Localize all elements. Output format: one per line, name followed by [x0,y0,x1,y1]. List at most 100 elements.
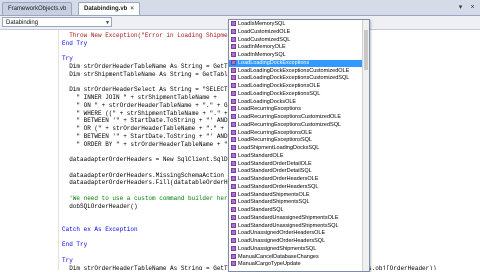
completion-item-label: LoadRecurringExceptionsSQL [238,137,312,144]
tab-databinding[interactable]: Databinding.vb × [78,2,140,15]
completion-item-label: LoadCustomizedSQL [238,36,291,43]
dropdown-arrow-icon[interactable]: ▾ [456,3,465,12]
completion-item[interactable]: LoadStandardOrderHeadersSQL [229,183,362,191]
method-icon [231,36,236,42]
completion-item[interactable]: LoadStandardOrderDetailSQL [229,168,362,175]
editor-margin [0,30,59,270]
completion-item-label: LoadInMemoryOLE [238,44,286,51]
completion-item-label: LoadStandardOrderDetailOLE [238,160,312,167]
completion-item[interactable]: LoadStandardSQL [229,207,362,214]
completion-item[interactable]: LoadUnassignedShipmentsSQL [229,245,362,253]
completion-item[interactable]: LoadRecurringExceptions [229,106,362,113]
completion-item[interactable]: LoadStandardUnassignedShipmentsSQL [229,222,362,230]
completion-item-label: LoadStandardShipmentsOLE [238,191,310,198]
completion-item-label: LoadLoadingDockExceptions [238,59,310,66]
scrollbar-thumb[interactable] [364,30,368,70]
tab-label: Databinding.vb [84,6,128,12]
completion-item[interactable]: LoadUnassignedOrderHeadersSQL [229,238,362,245]
method-icon [231,199,236,205]
completion-item[interactable]: LoadStandardShipmentsSQL [229,199,362,206]
completion-item[interactable]: LoadInMemoryOLE [229,44,362,51]
completion-item-label: LoadInMemorySQL [238,52,286,58]
completion-item-label: LoadStandardSQL [238,207,284,213]
code-line: Throw New Exception("Error in Loading Sh… [62,32,232,39]
completion-item-label: LoadUnassignedOrderHeadersSQL [238,238,326,244]
completion-item[interactable]: LoadLoadingDockExceptions [229,59,362,67]
method-icon [231,183,236,189]
method-icon [231,176,236,181]
completion-item[interactable]: LoadStandardOrderDetailOLE [229,160,362,168]
completion-item[interactable]: LoadCustomizedSQL [229,36,362,44]
completion-item[interactable]: LoadLoadingDockExceptionsCustomizedOLE [229,67,362,75]
method-icon [231,253,236,259]
completion-item[interactable]: LoadRecurringExceptionsCustomizedOLE [229,114,362,121]
method-icon [231,207,236,212]
method-icon [231,261,236,267]
completion-item[interactable]: LoadLoadingDockExceptionsOLE [229,83,362,90]
close-icon[interactable]: × [468,3,477,12]
class-name-combo[interactable]: Databinding ▼ [2,17,112,27]
method-icon [231,152,236,158]
completion-item[interactable]: LoadInMemorySQL [229,52,362,59]
method-icon [231,168,236,174]
code-line: dataadapterOrderHeaders.Fill(datatableOr… [62,179,232,187]
code-line: " ORDER BY " + strOrderHeaderTableName +… [62,140,235,148]
method-icon [231,230,236,236]
completion-item[interactable]: LoadStandardOLE [229,152,362,160]
code-line: dobSQLOrderHeader() [62,202,138,210]
completion-item[interactable]: LoadRecurringExceptionsOLE [229,129,362,137]
completion-item[interactable]: LoadStandardUnassignedShipmentsOLE [229,214,362,222]
method-icon [231,145,236,150]
tab-frameworkobjects[interactable]: FrameworkObjects.vb [2,2,73,15]
completion-item-label: LoadUnassignedOrderHeadersOLE [238,230,326,237]
completion-item-label: LoadLoadingDockExceptionsCustomizedOLE [238,67,350,74]
completion-item-label: LoadLoadingDockExceptionsOLE [238,83,321,89]
method-icon [231,44,236,50]
completion-item[interactable]: LoadUnassignedOrderHeadersOLE [229,230,362,237]
completion-item-label: ManualCargoTypeUpdate [238,261,301,268]
completion-item-label: LoadStandardOrderDetailSQL [238,168,312,175]
completion-item[interactable]: LoadStandardOrderHeadersOLE [229,176,362,183]
completion-item-label: LoadUnassignedShipmentsSQL [238,245,317,252]
method-icon [231,114,236,119]
completion-item-label: LoadStandardOrderHeadersOLE [238,176,319,182]
method-icon [231,222,236,228]
method-icon [231,67,236,73]
method-icon [231,214,236,220]
code-line: End Try [62,241,88,249]
code-line: dataadapterOrderHeaders = New SqlClient.… [62,156,232,163]
document-tab-bar: FrameworkObjects.vb Databinding.vb × ▾ × [0,0,480,16]
completion-item-label: LoadLoadingDockExceptionsSQL [238,90,321,97]
completion-item-label: LoadLoadingDocksOLE [238,98,297,105]
completion-item[interactable]: LoadLoadingDockExceptionsSQL [229,90,362,98]
completion-item[interactable]: LoadIsMemorySQL [229,21,362,28]
completion-item[interactable]: LoadRecurringExceptionsCustomizedSQL [229,121,362,129]
method-icon [231,28,236,34]
completion-item-label: LoadStandardShipmentsSQL [238,199,310,206]
completion-item[interactable]: LoadLoadingDockExceptionsCustomizedSQL [229,75,362,82]
method-icon [231,83,236,88]
method-icon [231,75,236,81]
method-icon [231,21,236,26]
intellisense-list[interactable]: ManualCargoTypeUpdate ManualCancelDatabas… [228,19,370,272]
close-icon[interactable]: × [130,6,134,12]
completion-item[interactable]: LoadRecurringExceptionsSQL [229,137,362,144]
completion-item-label: LoadShipmentLoadingDocksSQL [238,145,320,151]
method-icon [231,129,236,135]
method-icon [231,160,236,166]
completion-item[interactable]: LoadStandardShipmentsOLE [229,191,362,199]
completion-item[interactable]: LoadCustomizedOLE [229,28,362,36]
completion-item[interactable]: LoadLoadingDocksOLE [229,98,362,106]
method-icon [231,137,236,143]
completion-item-label: LoadLoadingDockExceptionsCustomizedSQL [238,75,350,82]
completion-item-label: LoadStandardOLE [238,152,284,159]
completion-item[interactable]: LoadShipmentLoadingDocksSQL [229,145,362,152]
code-line: Catch ex As Exception [62,225,138,233]
tab-label: FrameworkObjects.vb [8,6,67,12]
code-line: Dim strShipmentTableName As String = Get… [62,70,235,78]
completion-item[interactable]: ManualCancelDatabaseChanges [229,253,362,261]
completion-item[interactable]: ManualCargoTypeUpdate [229,261,362,268]
method-icon [231,52,236,57]
scrollbar[interactable] [362,20,369,271]
completion-item-label: LoadRecurringExceptionsCustomizedOLE [238,114,342,120]
